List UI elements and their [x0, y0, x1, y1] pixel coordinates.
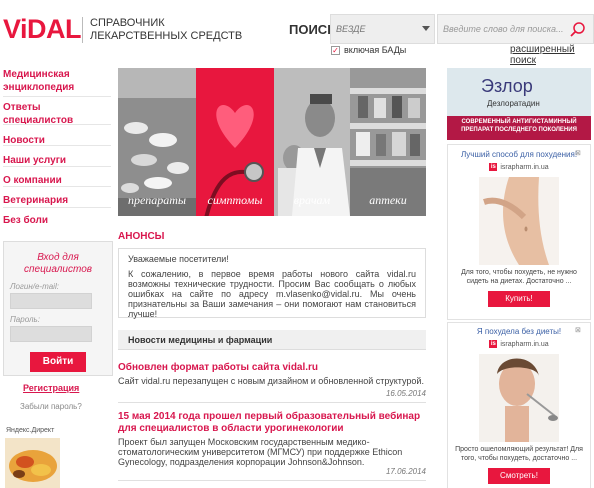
- favicon-icon: is: [489, 163, 498, 171]
- ad-item: ⊠ Я похудела без диеты! is israpharm.in.…: [455, 327, 583, 484]
- hero-banner: препараты симптомы врачам аптеки: [118, 68, 426, 216]
- nav-divider: [3, 124, 111, 125]
- forgot-password-link[interactable]: Забыли пароль?: [20, 402, 82, 411]
- nav-divider: [3, 186, 111, 187]
- news-title-link[interactable]: 15 мая 2014 года прошел первый образоват…: [118, 411, 426, 435]
- ezlor-tagline: СОВРЕМЕННЫЙ АНТИГИСТАМИННЫЙ ПРЕПАРАТ ПОС…: [461, 119, 577, 133]
- ad-title-link[interactable]: Я похудела без диеты!: [455, 327, 583, 336]
- ad-domain-text: israpharm.in.ua: [500, 340, 549, 348]
- site-subtitle: Справочник лекарственных средств: [90, 17, 242, 43]
- banner-panel-doctors[interactable]: врачам: [274, 68, 350, 216]
- announcement-text: К сожалению, в первое время работы новог…: [128, 269, 416, 319]
- banner-label-pharmacies: аптеки: [369, 193, 407, 207]
- subtitle-line-2: лекарственных средств: [90, 30, 243, 42]
- ad-text: Для того, чтобы похудеть, не нужно сидет…: [461, 269, 577, 285]
- ad-thumbnail-image[interactable]: [5, 438, 60, 488]
- register-link[interactable]: Регистрация: [23, 383, 79, 393]
- search-input[interactable]: [438, 15, 563, 43]
- yandex-direct-label: Яндекс.Директ: [6, 427, 55, 434]
- news-date: 17.06.2014: [385, 467, 426, 476]
- search-icon[interactable]: [568, 20, 588, 40]
- banner-label-drugs: препараты: [127, 193, 187, 207]
- ezlor-brand-name: Эзлор: [481, 76, 533, 96]
- view-button[interactable]: Смотреть!: [488, 468, 550, 484]
- news-item: Обновлен формат работы сайта vidal.ru Са…: [118, 362, 426, 386]
- close-icon[interactable]: ⊠: [575, 150, 583, 158]
- advanced-search-link[interactable]: расширенный поиск: [510, 44, 594, 66]
- news-date: 16.05.2014: [385, 389, 426, 398]
- ad-domain[interactable]: is israpharm.in.ua: [455, 163, 583, 171]
- search-box: [437, 14, 594, 44]
- nav-divider: [3, 166, 111, 167]
- banner-panel-symptoms[interactable]: симптомы: [196, 68, 274, 216]
- login-email-field[interactable]: [10, 293, 92, 309]
- close-icon[interactable]: ⊠: [575, 327, 583, 335]
- login-title: Вход для специалистов: [24, 252, 92, 275]
- ezlor-generic-name: Дезлоратадин: [487, 99, 540, 108]
- news-divider: [118, 480, 426, 481]
- login-email-label: Логин/e-mail:: [10, 282, 59, 291]
- announcement-box: Уважаемые посетители! К сожалению, в пер…: [118, 248, 426, 319]
- nav-divider: [3, 145, 111, 146]
- vidal-logo[interactable]: ViDAL: [3, 14, 82, 45]
- buy-button[interactable]: Купить!: [488, 291, 550, 307]
- nav-item-no-pain[interactable]: Без боли: [3, 214, 113, 227]
- banner-panel-drugs[interactable]: препараты: [118, 68, 196, 216]
- nav-item-medical-encyclopedia[interactable]: Медицинская энциклопедия: [3, 68, 83, 94]
- password-field[interactable]: [10, 326, 92, 342]
- ezlor-ad-top: Эзлор Дезлоратадин: [447, 68, 591, 116]
- news-summary: Сайт vidal.ru перезапущен с новым дизайн…: [118, 376, 424, 386]
- news-section-header: Новости медицины и фармации: [118, 330, 426, 350]
- nav-divider: [3, 207, 111, 208]
- include-bad-label: включая БАДы: [344, 45, 407, 55]
- favicon-icon: is: [489, 340, 498, 348]
- nav-divider: [3, 96, 111, 97]
- ad-text: Просто ошеломляющий результат! Для того,…: [455, 446, 583, 462]
- login-button[interactable]: Войти: [30, 352, 86, 372]
- password-label: Пароль:: [10, 315, 40, 324]
- ad-domain-text: israpharm.in.ua: [500, 163, 549, 171]
- ezlor-ad-banner[interactable]: Эзлор Дезлоратадин СОВРЕМЕННЫЙ АНТИГИСТА…: [447, 68, 591, 140]
- news-summary: Проект был запущен Московским государств…: [118, 437, 403, 467]
- announcement-greeting: Уважаемые посетители!: [128, 254, 229, 264]
- banner-panel-pharmacies[interactable]: аптеки: [350, 68, 426, 216]
- banner-label-doctors: врачам: [293, 193, 331, 207]
- announcements-title: АНОНСЫ: [118, 231, 165, 242]
- news-title-link[interactable]: Обновлен формат работы сайта vidal.ru: [118, 362, 426, 374]
- login-form: Вход для специалистов Логин/e-mail: Паро…: [3, 241, 113, 376]
- chevron-down-icon: [422, 26, 430, 31]
- nav-item-veterinary[interactable]: Ветеринария: [3, 194, 113, 207]
- news-item: 15 мая 2014 года прошел первый образоват…: [118, 411, 426, 467]
- ad-image-woman[interactable]: [479, 354, 559, 442]
- search-scope-select[interactable]: ВЕЗДЕ: [330, 14, 435, 44]
- include-bad-checkbox[interactable]: ✓ включая БАДы: [331, 45, 406, 55]
- search-scope-value: ВЕЗДЕ: [336, 24, 366, 34]
- news-divider: [118, 402, 426, 403]
- header-divider: [82, 17, 83, 43]
- ad-image-belly[interactable]: [479, 177, 559, 265]
- left-nav: Медицинская энциклопедия Ответы специали…: [3, 68, 113, 234]
- subtitle-line-1: Справочник: [90, 17, 165, 29]
- checkbox-checked-icon: ✓: [331, 45, 340, 55]
- ad-item: ⊠ Лучший способ для похудения! is israph…: [455, 150, 583, 307]
- banner-label-symptoms: симптомы: [207, 193, 263, 207]
- ad-title-link[interactable]: Лучший способ для похудения!: [455, 150, 583, 159]
- ad-domain[interactable]: is israpharm.in.ua: [455, 340, 583, 348]
